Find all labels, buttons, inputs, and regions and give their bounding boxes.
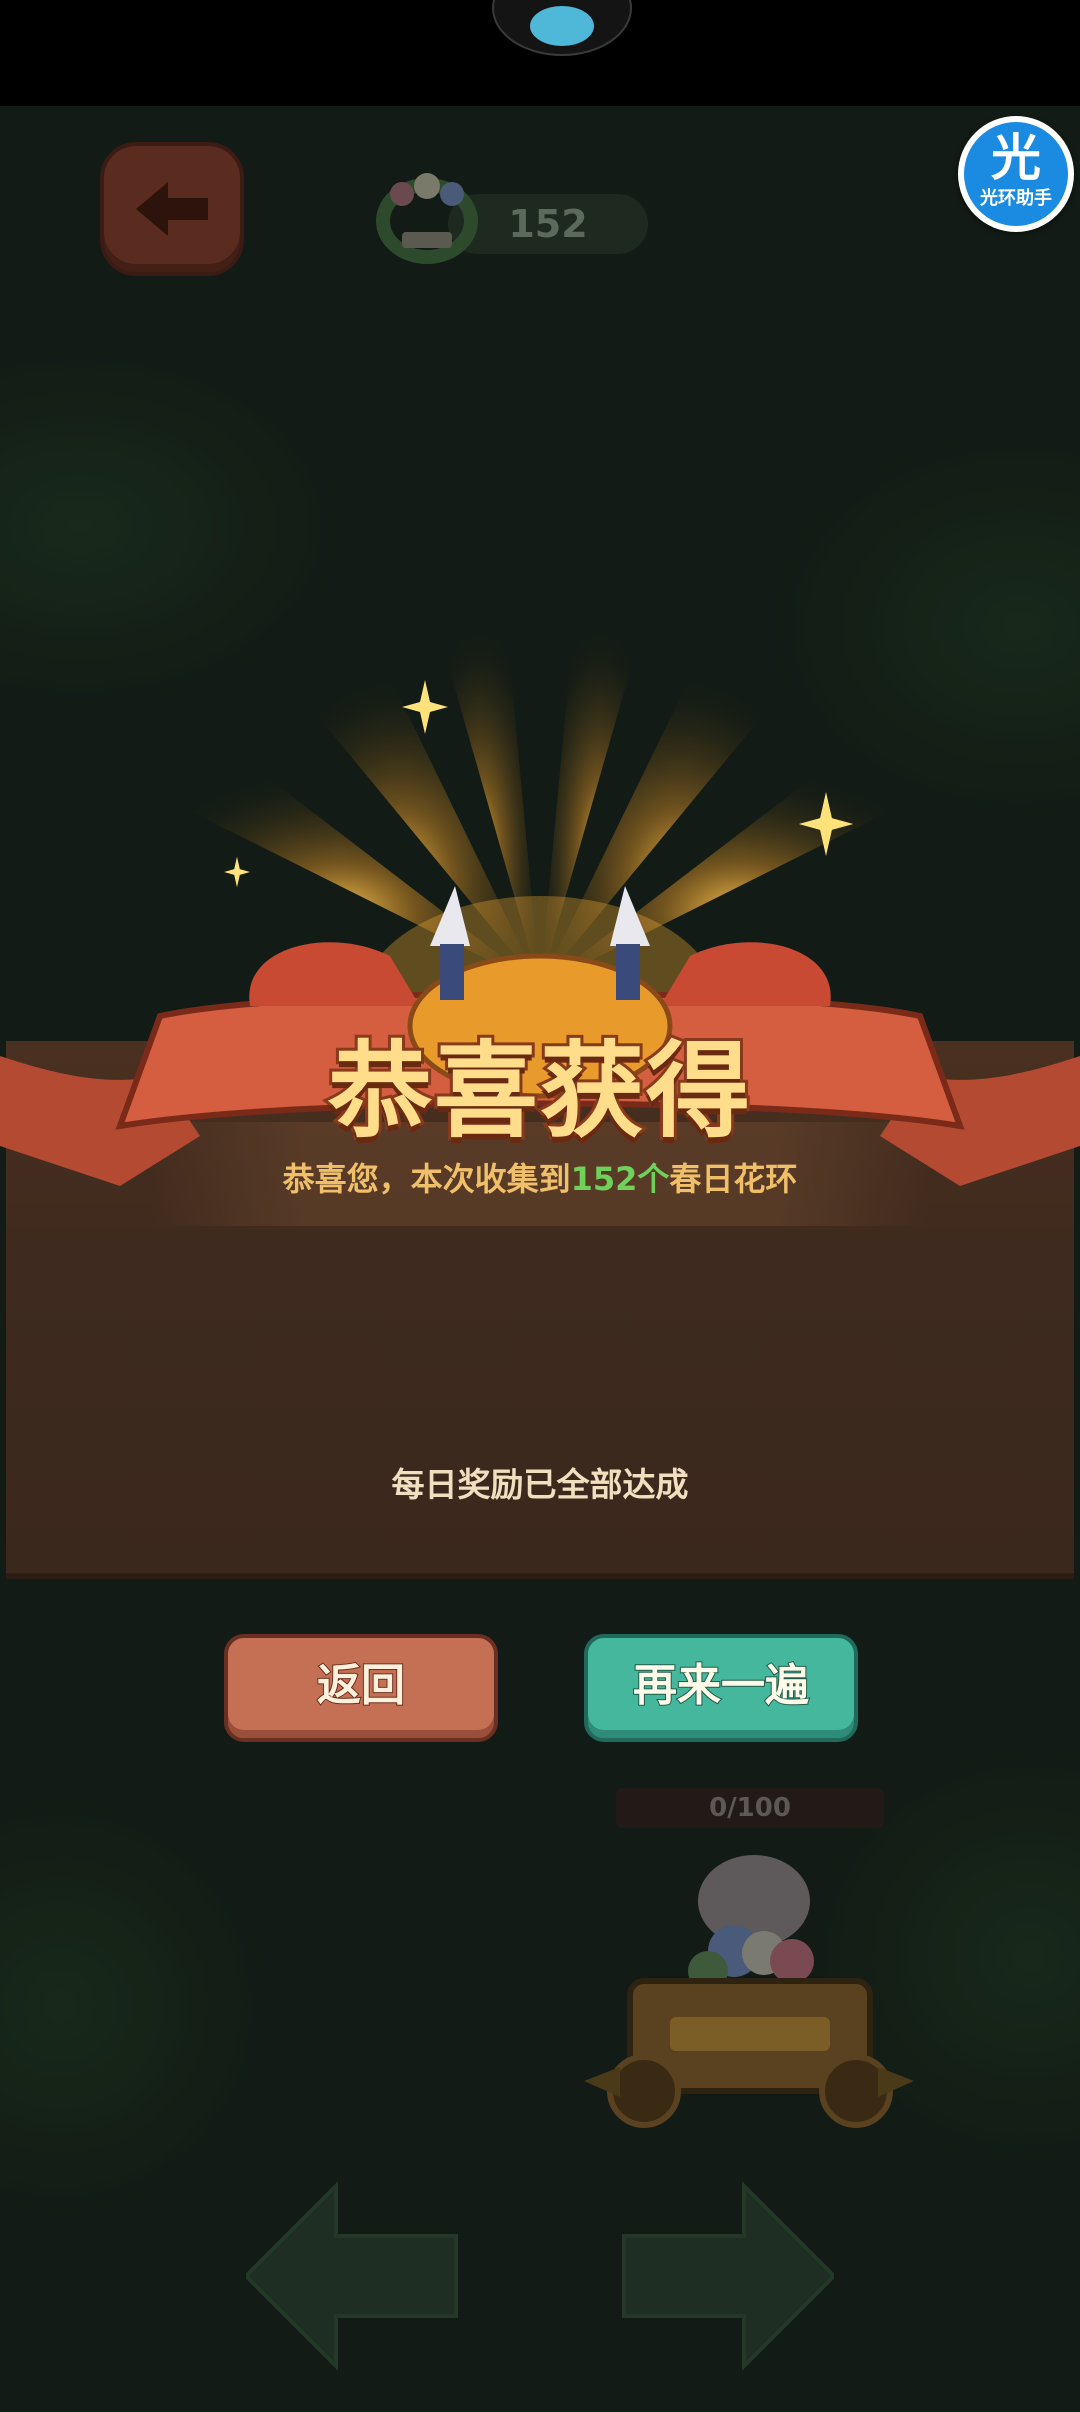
right-arrow-icon[interactable] <box>604 2181 834 2371</box>
sparkle-icon <box>224 856 250 888</box>
daily-status: 每日奖励已全部达成 <box>391 1465 689 1504</box>
wreath-icon <box>376 173 478 264</box>
cart-icon[interactable] <box>584 1841 914 2161</box>
assistant-badge[interactable]: 光 光环助手 <box>958 116 1074 232</box>
back-button[interactable] <box>100 142 244 276</box>
collected-count: 152个 <box>570 1160 670 1198</box>
assistant-badge-inner: 光 光环助手 <box>964 122 1068 226</box>
play-again-button[interactable]: 再来一遍 <box>584 1634 858 1742</box>
item-name: 春日花环 <box>669 1160 798 1198</box>
sparkle-icon <box>798 792 854 856</box>
sparkle-icon <box>402 680 448 734</box>
back-arrow-icon <box>136 182 208 236</box>
wreath-counter: 152 <box>372 173 650 264</box>
status-bar <box>0 0 1080 106</box>
cart-progress-text: 0/100 <box>709 1793 791 1823</box>
return-button[interactable]: 返回 <box>224 1634 498 1742</box>
congrats-message: 恭喜您，本次收集到152个春日花环 <box>150 1154 930 1200</box>
game-screen: 152 光 光环助手 恭喜获得 恭喜您，本次收集到152个春日花环 每日奖励已全… <box>0 106 1080 2412</box>
camera-cutout <box>492 0 632 56</box>
congrats-prefix: 恭喜您，本次收集到 <box>282 1160 571 1198</box>
assistant-glyph: 光 <box>991 129 1041 187</box>
cart-progress-bar: 0/100 <box>616 1788 884 1828</box>
banner-title: 恭喜获得 <box>325 1027 753 1155</box>
assistant-label: 光环助手 <box>980 188 1052 209</box>
left-arrow-icon[interactable] <box>246 2181 476 2371</box>
mascot-icon <box>530 6 594 46</box>
